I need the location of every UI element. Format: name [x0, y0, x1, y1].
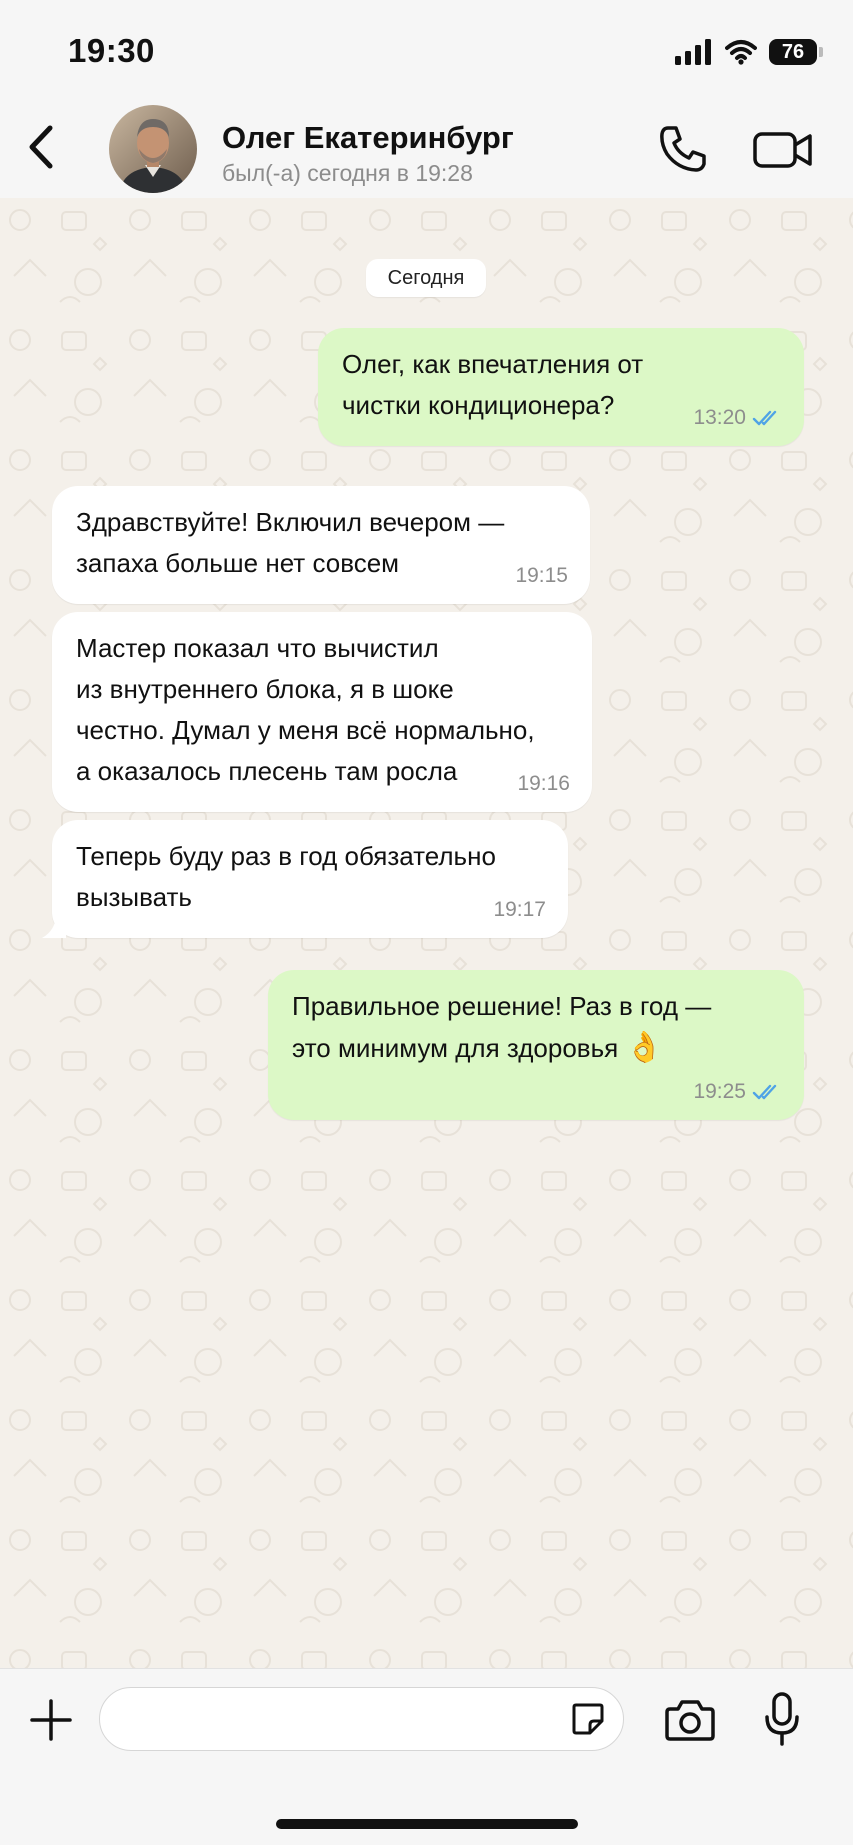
message-meta: 19:15: [515, 564, 568, 588]
status-bar: 19:30 76: [0, 0, 853, 100]
message-text: Правильное решение! Раз в год — это мини…: [292, 991, 712, 1065]
date-separator: Сегодня: [366, 259, 486, 297]
message-time: 13:20: [693, 406, 746, 429]
message-time: 19:16: [517, 772, 570, 795]
message-text: Теперь буду раз в год обязательно вызыва…: [76, 841, 496, 912]
message-input[interactable]: [99, 1687, 624, 1751]
back-chevron-icon[interactable]: [20, 122, 64, 172]
message-time: 19:17: [493, 898, 546, 921]
message-meta: 19:17: [493, 898, 546, 922]
wifi-icon: [725, 40, 757, 65]
message-incoming[interactable]: Мастер показал что вычистил из внутренне…: [52, 612, 592, 812]
home-indicator[interactable]: [276, 1819, 578, 1829]
read-receipt-icon: [752, 1084, 777, 1100]
last-seen-status: был(-а) сегодня в 19:28: [222, 160, 473, 186]
message-meta: 13:20: [693, 406, 782, 430]
battery-icon: 76: [769, 39, 823, 65]
avatar[interactable]: [109, 105, 197, 193]
contact-name[interactable]: Олег Екатеринбург: [222, 120, 514, 156]
chat-area[interactable]: Сегодня Олег, как впечатления от чистки …: [0, 198, 853, 1668]
message-time: 19:25: [693, 1080, 746, 1103]
cellular-signal-icon: [675, 39, 711, 65]
message-incoming[interactable]: Здравствуйте! Включил вечером — запаха б…: [52, 486, 590, 604]
plus-icon[interactable]: [28, 1697, 74, 1743]
ok-hand-emoji: 👌: [625, 1030, 663, 1065]
message-meta: 19:16: [517, 772, 570, 796]
message-time: 19:15: [515, 564, 568, 587]
status-time: 19:30: [68, 32, 155, 69]
camera-icon[interactable]: [664, 1697, 716, 1743]
message-text: Мастер показал что вычистил из внутренне…: [76, 633, 535, 786]
message-incoming[interactable]: Теперь буду раз в год обязательно вызыва…: [52, 820, 568, 938]
sticker-icon[interactable]: [570, 1701, 606, 1737]
microphone-icon[interactable]: [762, 1691, 802, 1747]
read-receipt-icon: [752, 410, 777, 426]
video-camera-icon[interactable]: [752, 126, 814, 174]
message-composer: [0, 1668, 853, 1845]
phone-icon[interactable]: [656, 122, 710, 176]
message-text: Здравствуйте! Включил вечером — запаха б…: [76, 507, 505, 578]
status-icons: 76: [675, 34, 823, 70]
message-meta: 19:25: [693, 1080, 782, 1104]
chat-header: Олег Екатеринбург был(-а) сегодня в 19:2…: [0, 100, 853, 198]
message-outgoing[interactable]: Олег, как впечатления от чистки кондицио…: [318, 328, 804, 446]
bubble-tail: [42, 914, 66, 938]
message-outgoing[interactable]: Правильное решение! Раз в год — это мини…: [268, 970, 804, 1120]
